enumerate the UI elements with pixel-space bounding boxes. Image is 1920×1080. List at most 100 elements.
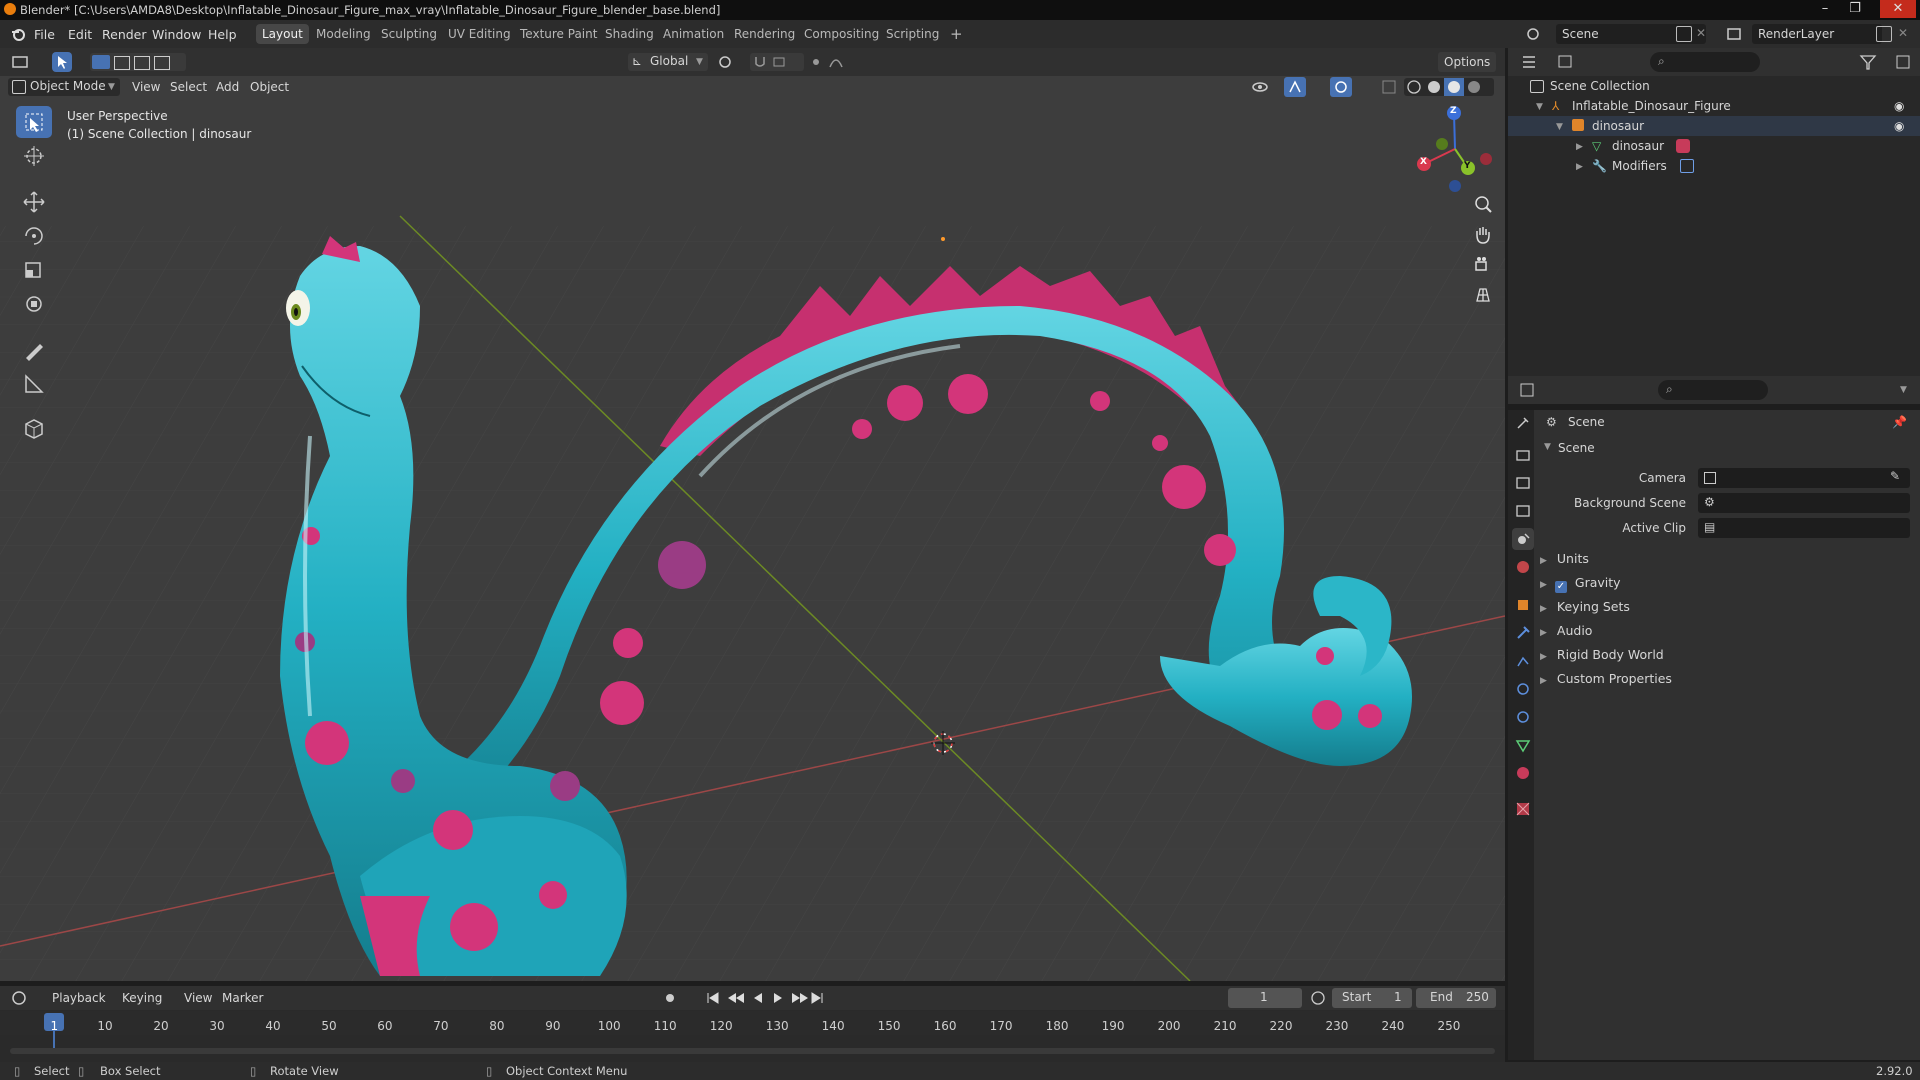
current-frame-field[interactable]: 1	[1228, 988, 1302, 1008]
visibility-filter-icon[interactable]	[1250, 78, 1280, 96]
texture-tab-icon[interactable]	[1512, 798, 1534, 820]
minimize-button[interactable]: –	[1810, 0, 1840, 18]
render-tab-icon[interactable]	[1512, 444, 1534, 466]
end-frame-field[interactable]: End 250	[1416, 988, 1496, 1008]
visibility-eye-icon[interactable]: ◉	[1894, 96, 1904, 116]
start-frame-field[interactable]: Start 1	[1332, 988, 1412, 1008]
keying-sets-section[interactable]: ▶ Keying Sets	[1540, 599, 1910, 614]
select-subtract-icon[interactable]	[134, 56, 150, 70]
transform-tool-icon[interactable]	[16, 288, 52, 320]
3d-viewport[interactable]: User Perspective (1) Scene Collection | …	[0, 76, 1505, 981]
timeline-scrollbar[interactable]	[10, 1048, 1495, 1054]
menu-keying[interactable]: Keying	[122, 989, 162, 1007]
gizmo-toggle-icon[interactable]	[1284, 77, 1306, 97]
add-cube-tool-icon[interactable]	[16, 412, 52, 444]
menu-window[interactable]: Window	[152, 27, 201, 42]
auto-keying-icon[interactable]	[662, 990, 680, 1006]
chevron-down-icon[interactable]: ▼	[1900, 385, 1907, 395]
pan-view-icon[interactable]	[1471, 223, 1495, 247]
tab-uv-editing[interactable]: UV Editing	[442, 24, 517, 44]
menu-object[interactable]: Object	[250, 78, 289, 96]
display-mode-icon[interactable]	[1556, 53, 1578, 71]
overlays-toggle-icon[interactable]	[1330, 77, 1352, 97]
options-dropdown[interactable]: Options	[1438, 52, 1496, 72]
output-tab-icon[interactable]	[1512, 472, 1534, 494]
outliner-row-modifiers[interactable]: ▶ 🔧 Modifiers	[1508, 156, 1920, 176]
mode-dropdown[interactable]: Object Mode ▼	[8, 78, 120, 96]
tab-compositing[interactable]: Compositing	[798, 24, 885, 44]
tab-texture-paint[interactable]: Texture Paint	[514, 24, 603, 44]
gravity-section[interactable]: ▶ ✓ Gravity	[1540, 575, 1910, 593]
active-clip-field[interactable]: ▤	[1698, 518, 1910, 538]
pin-icon[interactable]: 📌	[1892, 415, 1907, 429]
menu-help[interactable]: Help	[208, 27, 237, 42]
perspective-toggle-icon[interactable]	[1471, 283, 1495, 307]
outliner-search-input[interactable]: ⌕	[1650, 52, 1760, 72]
tab-sculpting[interactable]: Sculpting	[375, 24, 443, 44]
modifiers-tab-icon[interactable]	[1512, 622, 1534, 644]
tab-animation[interactable]: Animation	[657, 24, 730, 44]
expand-arrow-icon[interactable]: ▼	[1556, 117, 1563, 137]
constraints-tab-icon[interactable]	[1512, 706, 1534, 728]
select-box-tool-icon[interactable]	[16, 106, 52, 138]
tab-rendering[interactable]: Rendering	[728, 24, 801, 44]
menu-timeline-view[interactable]: View	[184, 989, 212, 1007]
expand-arrow-icon[interactable]: ▶	[1576, 137, 1583, 157]
select-extend-icon[interactable]	[114, 56, 130, 70]
annotate-tool-icon[interactable]	[16, 334, 52, 366]
menu-select[interactable]: Select	[170, 78, 207, 96]
playback-controls[interactable]	[706, 990, 826, 1006]
view-layer-tab-icon[interactable]	[1512, 500, 1534, 522]
select-set-new-icon[interactable]	[92, 55, 110, 69]
tab-modeling[interactable]: Modeling	[310, 24, 377, 44]
editor-type-icon[interactable]	[10, 52, 30, 72]
outliner-row-dinosaur-mesh[interactable]: ▶ ▽ dinosaur	[1508, 136, 1920, 156]
move-tool-icon[interactable]	[16, 186, 52, 218]
scene-tab-icon[interactable]	[1512, 528, 1534, 550]
modifier-icon[interactable]	[1680, 159, 1694, 173]
proportional-editing-icon[interactable]	[810, 53, 850, 71]
outliner-editor-type-icon[interactable]	[1520, 53, 1542, 71]
delete-view-layer-icon[interactable]: ✕	[1898, 26, 1908, 40]
preview-range-icon[interactable]	[1310, 990, 1326, 1006]
snapping-controls[interactable]	[750, 53, 804, 71]
data-tab-icon[interactable]	[1512, 734, 1534, 756]
properties-search-input[interactable]: ⌕	[1658, 380, 1768, 400]
menu-add[interactable]: Add	[216, 78, 239, 96]
add-workspace-button[interactable]: +	[944, 24, 969, 44]
custom-properties-section[interactable]: ▶ Custom Properties	[1540, 671, 1910, 686]
filter-icon[interactable]	[1858, 53, 1886, 71]
background-scene-field[interactable]: ⚙	[1698, 493, 1910, 513]
viewport-canvas[interactable]	[0, 76, 1505, 981]
outliner-row-dinosaur-object[interactable]: ▼ dinosaur ◉	[1508, 116, 1920, 136]
tab-scripting[interactable]: Scripting	[880, 24, 945, 44]
menu-file[interactable]: File	[34, 27, 55, 42]
selection-mode-buttons[interactable]	[90, 53, 186, 71]
new-view-layer-icon[interactable]	[1876, 26, 1892, 42]
physics-tab-icon[interactable]	[1512, 678, 1534, 700]
audio-section[interactable]: ▶ Audio	[1540, 623, 1910, 638]
menu-playback[interactable]: Playback	[52, 989, 106, 1007]
camera-field[interactable]: ✎	[1698, 468, 1910, 488]
new-scene-icon[interactable]	[1676, 26, 1692, 42]
shading-mode-buttons[interactable]	[1404, 78, 1494, 96]
rigid-body-world-section[interactable]: ▶ Rigid Body World	[1540, 647, 1910, 662]
navigation-gizmo[interactable]: Z X Y	[1410, 104, 1500, 194]
transform-orientation-dropdown[interactable]: ⊾ Global ▼	[628, 53, 708, 71]
view-layer-icon[interactable]	[1724, 24, 1746, 44]
scene-icon[interactable]	[1524, 24, 1546, 44]
gravity-checkbox[interactable]: ✓	[1554, 581, 1567, 593]
new-collection-icon[interactable]	[1894, 53, 1916, 71]
select-tool-icon[interactable]	[52, 52, 72, 72]
tool-tab-icon[interactable]	[1512, 412, 1534, 434]
expand-arrow-icon[interactable]: ▼	[1536, 97, 1543, 117]
tab-shading[interactable]: Shading	[599, 24, 660, 44]
cursor-tool-icon[interactable]	[16, 140, 52, 172]
menu-view[interactable]: View	[132, 78, 160, 96]
delete-scene-icon[interactable]: ✕	[1696, 26, 1706, 40]
view-layer-selector[interactable]: RenderLayer	[1752, 24, 1882, 44]
zoom-view-icon[interactable]	[1471, 193, 1495, 217]
blender-menu-icon[interactable]	[10, 26, 26, 42]
timeline-editor-type-icon[interactable]	[10, 989, 36, 1007]
expand-arrow-icon[interactable]: ▶	[1576, 157, 1583, 177]
